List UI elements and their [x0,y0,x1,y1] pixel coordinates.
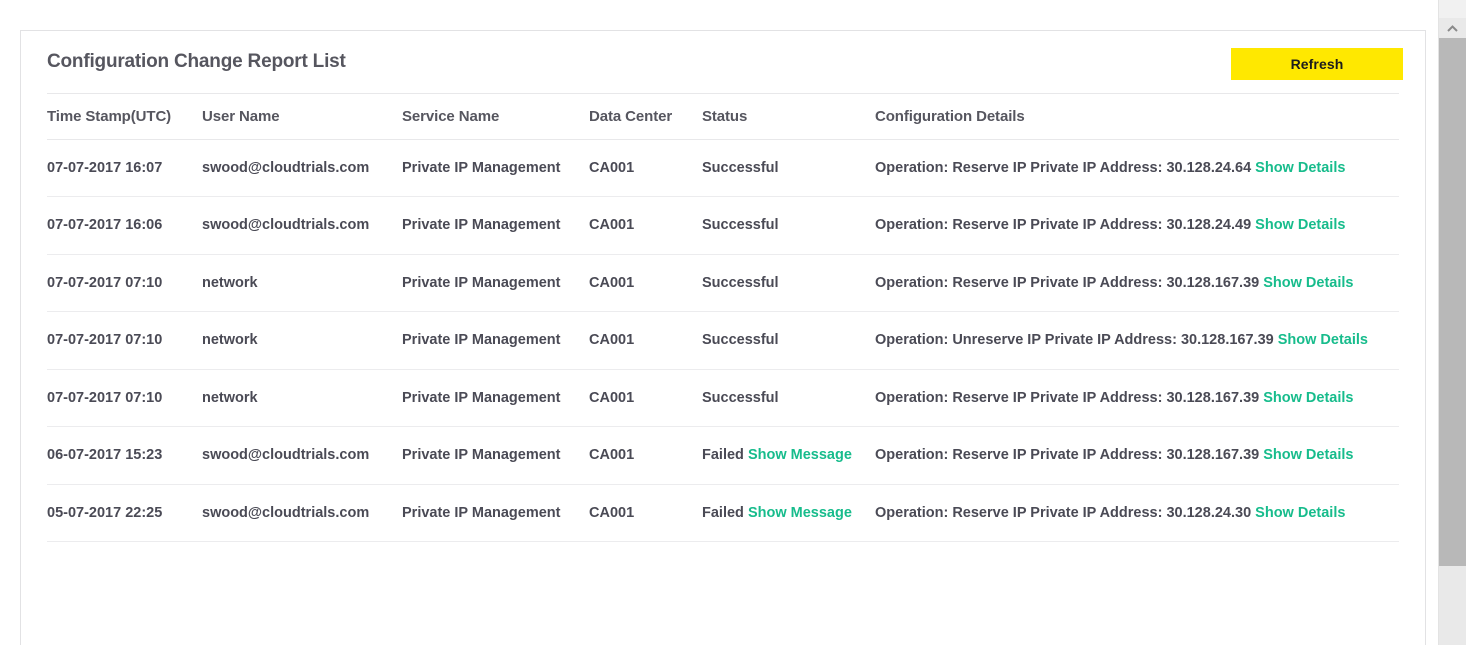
column-header-timestamp: Time Stamp(UTC) [47,93,202,140]
configuration-details-text: Operation: Reserve IP Private IP Address… [875,217,1252,234]
cell-status: Successful [702,196,875,255]
refresh-button[interactable]: Refresh [1231,48,1403,80]
cell-status: Failed Show Message [702,426,875,485]
cell-datacenter: CA001 [589,369,702,428]
column-header-servicename: Service Name [402,93,589,140]
page-title: Configuration Change Report List [47,51,346,72]
show-details-link[interactable]: Show Details [1255,160,1345,176]
cell-status: Successful [702,311,875,370]
cell-datacenter: CA001 [589,254,702,313]
cell-configuration-details: Operation: Reserve IP Private IP Address… [875,254,1399,313]
cell-servicename: Private IP Management [402,426,589,485]
cell-servicename: Private IP Management [402,484,589,543]
cell-username: swood@cloudtrials.com [202,196,402,255]
show-details-link[interactable]: Show Details [1263,390,1353,406]
show-message-link[interactable]: Show Message [748,447,852,463]
cell-servicename: Private IP Management [402,196,589,255]
cell-datacenter: CA001 [589,196,702,255]
report-card: Configuration Change Report List Refresh… [20,30,1426,645]
cell-servicename: Private IP Management [402,139,589,198]
cell-timestamp: 07-07-2017 07:10 [47,311,202,370]
cell-configuration-details: Operation: Reserve IP Private IP Address… [875,369,1399,428]
cell-username: network [202,369,402,428]
status-badge: Successful [702,274,779,291]
vertical-scrollbar[interactable] [1438,0,1466,645]
status-badge: Successful [702,389,779,406]
configuration-details-text: Operation: Reserve IP Private IP Address… [875,274,1260,291]
table-row: 06-07-2017 15:23 swood@cloudtrials.com Pri… [47,426,1399,485]
cell-status: Successful [702,139,875,198]
configuration-details-text: Operation: Reserve IP Private IP Address… [875,389,1260,406]
cell-configuration-details: Operation: Unreserve IP Private IP Addre… [875,311,1399,370]
table-row: 07-07-2017 16:07 swood@cloudtrials.com Pri… [47,139,1399,198]
status-badge: Successful [702,332,779,349]
table-header-row: Time Stamp(UTC) User Name Service Name D… [47,93,1399,140]
status-badge: Successful [702,160,779,176]
configuration-details-text: Operation: Reserve IP Private IP Address… [875,504,1252,521]
column-header-status: Status [702,93,875,140]
show-details-link[interactable]: Show Details [1278,332,1368,348]
chevron-up-icon [1447,24,1458,32]
table-row: 05-07-2017 22:25 swood@cloudtrials.com Pri… [47,484,1399,543]
table-row: 07-07-2017 07:10 network Private IP Manage… [47,311,1399,370]
cell-datacenter: CA001 [589,139,702,198]
cell-username: network [202,311,402,370]
cell-timestamp: 06-07-2017 15:23 [47,426,202,485]
cell-timestamp: 07-07-2017 07:10 [47,254,202,313]
cell-servicename: Private IP Management [402,369,589,428]
configuration-details-text: Operation: Reserve IP Private IP Address… [875,447,1260,464]
cell-username: network [202,254,402,313]
status-badge: Successful [702,217,779,234]
configuration-details-text: Operation: Unreserve IP Private IP Addre… [875,332,1274,349]
cell-timestamp: 05-07-2017 22:25 [47,484,202,543]
scrollbar-thumb[interactable] [1439,38,1466,566]
show-details-link[interactable]: Show Details [1263,275,1353,291]
table-row: 07-07-2017 16:06 swood@cloudtrials.com Pri… [47,196,1399,255]
show-details-link[interactable]: Show Details [1255,505,1345,521]
cell-datacenter: CA001 [589,311,702,370]
status-badge: Failed [702,504,744,521]
cell-datacenter: CA001 [589,484,702,543]
cell-username: swood@cloudtrials.com [202,139,402,198]
table-row: 07-07-2017 07:10 network Private IP Manage… [47,369,1399,428]
show-details-link[interactable]: Show Details [1263,447,1353,463]
cell-timestamp: 07-07-2017 16:07 [47,139,202,198]
scroll-up-button[interactable] [1439,18,1466,38]
cell-configuration-details: Operation: Reserve IP Private IP Address… [875,139,1399,198]
cell-servicename: Private IP Management [402,254,589,313]
cell-username: swood@cloudtrials.com [202,484,402,543]
page-root: Configuration Change Report List Refresh… [0,0,1466,645]
cell-status: Successful [702,254,875,313]
cell-timestamp: 07-07-2017 16:06 [47,196,202,255]
column-header-configdetails: Configuration Details [875,93,1399,140]
cell-username: swood@cloudtrials.com [202,426,402,485]
show-message-link[interactable]: Show Message [748,505,852,521]
column-header-username: User Name [202,93,402,140]
table-body: 07-07-2017 16:07 swood@cloudtrials.com Pri… [47,139,1399,543]
cell-timestamp: 07-07-2017 07:10 [47,369,202,428]
table-row: 07-07-2017 07:10 network Private IP Manage… [47,254,1399,313]
configuration-change-table: Time Stamp(UTC) User Name Service Name D… [47,93,1399,543]
configuration-details-text: Operation: Reserve IP Private IP Address… [875,160,1252,176]
cell-servicename: Private IP Management [402,311,589,370]
show-details-link[interactable]: Show Details [1255,217,1345,233]
table-container: Time Stamp(UTC) User Name Service Name D… [21,93,1425,543]
cell-status: Successful [702,369,875,428]
card-header: Configuration Change Report List Refresh [21,31,1425,93]
cell-status: Failed Show Message [702,484,875,543]
cell-configuration-details: Operation: Reserve IP Private IP Address… [875,426,1399,485]
cell-datacenter: CA001 [589,426,702,485]
column-header-datacenter: Data Center [589,93,702,140]
cell-configuration-details: Operation: Reserve IP Private IP Address… [875,484,1399,543]
cell-configuration-details: Operation: Reserve IP Private IP Address… [875,196,1399,255]
status-badge: Failed [702,447,744,464]
